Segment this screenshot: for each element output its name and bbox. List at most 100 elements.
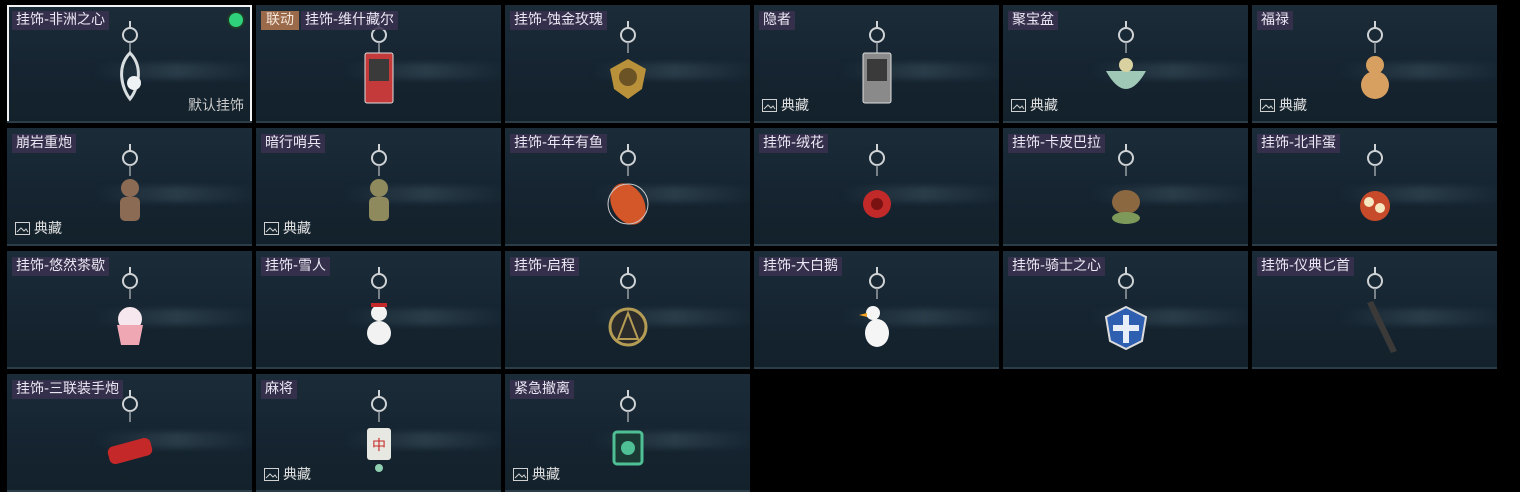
charm-image-icon <box>1366 267 1397 353</box>
collection-label: 典藏 <box>283 221 311 237</box>
charm-title: 挂饰-雪人 <box>261 257 331 276</box>
collection-icon <box>762 98 777 112</box>
charm-title: 麻将 <box>261 380 297 399</box>
charm-image-icon: 中 <box>366 390 391 472</box>
charm-image-icon <box>862 21 891 104</box>
charm-name: 挂饰-骑士之心 <box>1008 257 1106 276</box>
charm-title: 挂饰-骑士之心 <box>1008 257 1106 276</box>
charm-name: 挂饰-雪人 <box>261 257 331 276</box>
charm-image-icon <box>119 21 141 102</box>
charm-image-icon <box>116 267 143 345</box>
charm-name: 挂饰-大白鹅 <box>759 257 843 276</box>
equipped-indicator-icon <box>229 13 243 27</box>
collection-icon <box>1260 98 1275 112</box>
charm-title: 福禄 <box>1257 11 1293 30</box>
default-charm-label: 默认挂饰 <box>188 98 244 114</box>
charm-title: 聚宝盆 <box>1008 11 1058 30</box>
charm-image-icon <box>364 21 393 104</box>
charm-image-icon <box>107 390 152 465</box>
charm-image-icon <box>862 144 891 218</box>
charm-card[interactable]: 挂饰-悠然茶歇 <box>7 251 252 369</box>
charm-title: 挂饰-卡皮巴拉 <box>1008 134 1106 153</box>
collection-icon <box>264 221 279 235</box>
charm-name: 挂饰-绒花 <box>759 134 829 153</box>
charm-name: 麻将 <box>261 380 297 399</box>
charm-image-icon <box>1359 144 1390 221</box>
charm-card[interactable]: 挂饰-北非蛋 <box>1252 128 1497 246</box>
charm-card[interactable]: 崩岩重炮典藏 <box>7 128 252 246</box>
charm-title: 挂饰-非洲之心 <box>12 11 110 30</box>
collection-label: 典藏 <box>1279 98 1307 114</box>
charm-card[interactable]: 福禄典藏 <box>1252 5 1497 123</box>
charm-card[interactable]: 挂饰-仪典匕首 <box>1252 251 1497 369</box>
charm-image-icon <box>1104 267 1147 351</box>
charm-title: 挂饰-三联装手炮 <box>12 380 124 399</box>
charm-title: 挂饰-绒花 <box>759 134 829 153</box>
charm-name: 挂饰-蚀金玫瑰 <box>510 11 608 30</box>
charm-image-icon <box>366 267 391 345</box>
collab-badge: 联动 <box>261 11 299 30</box>
charm-card[interactable]: 挂饰-卡皮巴拉 <box>1003 128 1248 246</box>
charm-name: 崩岩重炮 <box>12 134 76 153</box>
collection-tag: 典藏 <box>264 218 311 238</box>
charm-card[interactable]: 隐者 典藏 <box>754 5 999 123</box>
collection-tag: 典藏 <box>264 464 311 484</box>
collection-icon <box>264 467 279 481</box>
charm-image-icon <box>609 21 646 99</box>
charm-name: 挂饰-仪典匕首 <box>1257 257 1355 276</box>
charm-image-icon <box>858 267 889 347</box>
charm-image-icon <box>1111 144 1140 224</box>
charm-card[interactable]: 挂饰-骑士之心 <box>1003 251 1248 369</box>
collection-label: 典藏 <box>532 467 560 483</box>
charm-name: 挂饰-北非蛋 <box>1257 134 1341 153</box>
charm-card[interactable]: 聚宝盆典藏 <box>1003 5 1248 123</box>
charm-title: 挂饰-北非蛋 <box>1257 134 1341 153</box>
charm-name: 紧急撤离 <box>510 380 574 399</box>
charm-name: 挂饰-维什藏尔 <box>301 11 399 30</box>
charm-name: 挂饰-悠然茶歇 <box>12 257 110 276</box>
charm-card[interactable]: 麻将中典藏 <box>256 374 501 492</box>
charm-card[interactable]: 挂饰-蚀金玫瑰 <box>505 5 750 123</box>
collection-tag: 典藏 <box>762 95 809 115</box>
charm-card[interactable]: 挂饰-非洲之心默认挂饰 <box>7 5 252 123</box>
charm-card[interactable]: 挂饰-年年有鱼 <box>505 128 750 246</box>
charm-grid: 挂饰-非洲之心 默认挂饰 联动 挂饰-维什藏尔 挂饰-蚀金玫瑰 隐者 典藏 聚宝盆 典藏 福禄 典藏… <box>7 5 1497 492</box>
svg-text:中: 中 <box>372 438 386 454</box>
charm-title: 挂饰-仪典匕首 <box>1257 257 1355 276</box>
charm-title: 挂饰-蚀金玫瑰 <box>510 11 608 30</box>
charm-card[interactable]: 挂饰-雪人 <box>256 251 501 369</box>
charm-image-icon <box>1105 21 1146 89</box>
charm-name: 挂饰-年年有鱼 <box>510 134 608 153</box>
collection-tag: 典藏 <box>1260 95 1307 115</box>
charm-name: 挂饰-卡皮巴拉 <box>1008 134 1106 153</box>
charm-title: 挂饰-大白鹅 <box>759 257 843 276</box>
charm-card[interactable]: 挂饰-大白鹅 <box>754 251 999 369</box>
charm-card[interactable]: 挂饰-绒花 <box>754 128 999 246</box>
collection-label: 典藏 <box>1030 98 1058 114</box>
collection-tag: 典藏 <box>1011 95 1058 115</box>
collection-tag: 典藏 <box>15 218 62 238</box>
charm-title: 紧急撤离 <box>510 380 574 399</box>
charm-name: 挂饰-启程 <box>510 257 580 276</box>
charm-name: 隐者 <box>759 11 795 30</box>
charm-card[interactable]: 紧急撤离典藏 <box>505 374 750 492</box>
charm-card[interactable]: 挂饰-启程 <box>505 251 750 369</box>
charm-title: 挂饰-悠然茶歇 <box>12 257 110 276</box>
charm-card[interactable]: 暗行哨兵典藏 <box>256 128 501 246</box>
charm-name: 挂饰-三联装手炮 <box>12 380 124 399</box>
collection-label: 典藏 <box>283 467 311 483</box>
collection-tag: 典藏 <box>513 464 560 484</box>
charm-card[interactable]: 联动 挂饰-维什藏尔 <box>256 5 501 123</box>
charm-card[interactable]: 挂饰-三联装手炮 <box>7 374 252 492</box>
collection-label: 典藏 <box>34 221 62 237</box>
charm-title: 隐者 <box>759 11 795 30</box>
charm-title: 暗行哨兵 <box>261 134 325 153</box>
charm-title: 挂饰-启程 <box>510 257 580 276</box>
charm-name: 聚宝盆 <box>1008 11 1058 30</box>
charm-image-icon <box>608 267 647 347</box>
charm-title: 崩岩重炮 <box>12 134 76 153</box>
collection-icon <box>513 467 528 481</box>
charm-name: 暗行哨兵 <box>261 134 325 153</box>
charm-image-icon <box>607 144 648 225</box>
charm-title: 联动 挂饰-维什藏尔 <box>261 11 399 30</box>
